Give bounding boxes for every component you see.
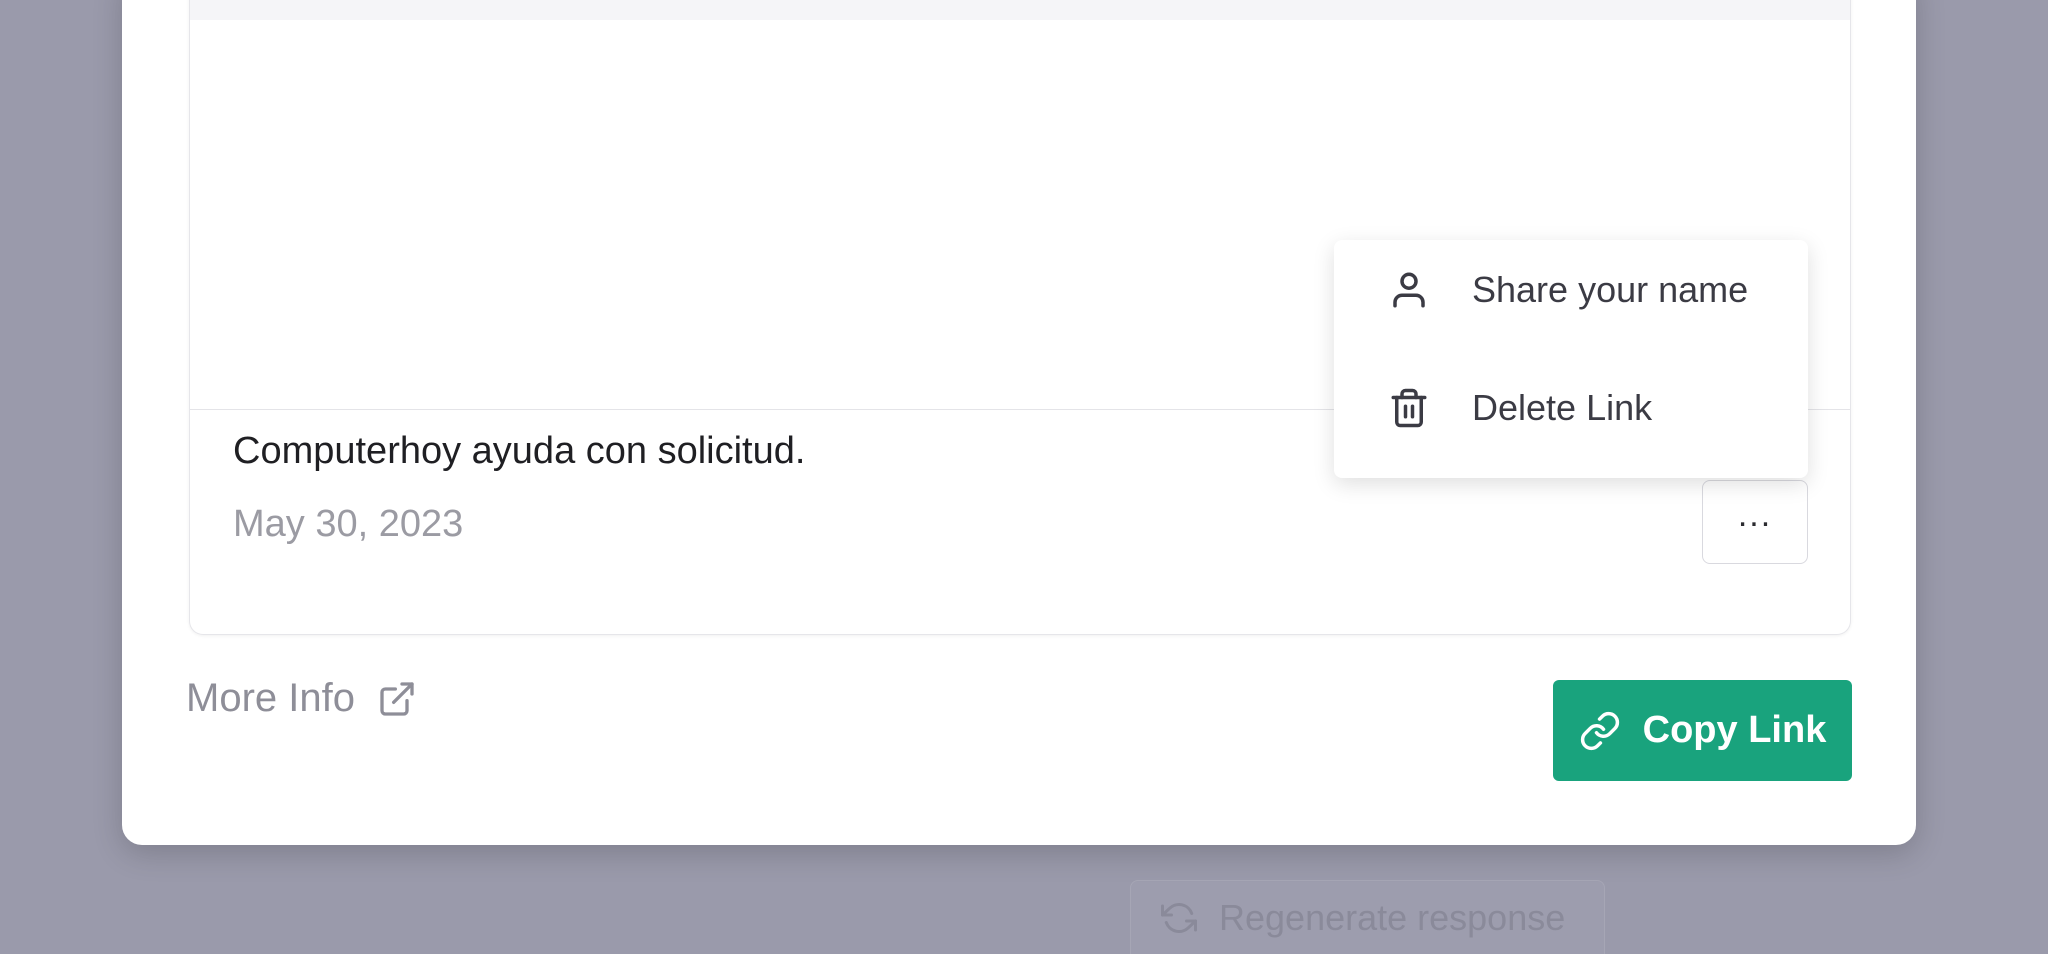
regenerate-response-label: Regenerate response bbox=[1219, 896, 1566, 938]
menu-item-label: Delete Link bbox=[1472, 387, 1653, 428]
options-dropdown-menu: Share your name Delete Link bbox=[1334, 240, 1808, 478]
link-icon bbox=[1579, 710, 1621, 752]
regenerate-response-button: Regenerate response bbox=[1130, 880, 1605, 954]
chat-date: May 30, 2023 bbox=[233, 503, 464, 545]
refresh-icon bbox=[1161, 900, 1197, 936]
copy-link-button[interactable]: Copy Link bbox=[1553, 680, 1852, 781]
chat-title: Computerhoy ayuda con solicitud. bbox=[233, 430, 806, 472]
more-options-button[interactable]: ... bbox=[1702, 480, 1808, 564]
ellipsis-icon: ... bbox=[1737, 496, 1773, 534]
external-link-icon bbox=[377, 679, 417, 719]
menu-item-label: Share your name bbox=[1472, 269, 1749, 310]
copy-link-label: Copy Link bbox=[1642, 709, 1827, 751]
menu-item-share-your-name[interactable]: Share your name bbox=[1334, 240, 1808, 340]
trash-icon bbox=[1388, 387, 1430, 429]
more-info-label: More Info bbox=[186, 676, 355, 720]
more-info-link[interactable]: More Info bbox=[186, 676, 417, 721]
card-preview-strip bbox=[190, 0, 1850, 20]
menu-item-delete-link[interactable]: Delete Link bbox=[1334, 358, 1808, 458]
user-icon bbox=[1388, 269, 1430, 311]
